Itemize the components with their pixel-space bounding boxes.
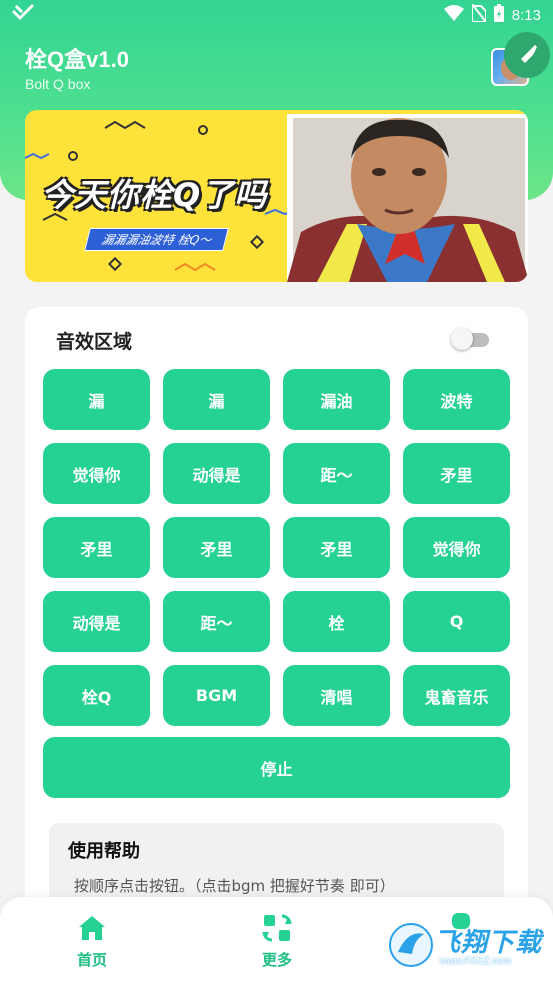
sound-button[interactable]: 鬼畜音乐 <box>403 665 510 726</box>
promo-banner[interactable]: 今天你栓Q了吗 漏漏漏油波特 栓Q～ <box>25 110 528 282</box>
sound-button[interactable]: 矛里 <box>283 517 390 578</box>
help-title: 使用帮助 <box>68 841 140 862</box>
sound-button[interactable]: 漏油 <box>283 369 390 430</box>
wifi-icon <box>443 5 464 25</box>
sound-button-bgm[interactable]: BGM <box>163 665 270 726</box>
sound-button[interactable]: 漏 <box>43 369 150 430</box>
sound-button[interactable]: 觉得你 <box>403 517 510 578</box>
sound-button[interactable]: 觉得你 <box>43 443 150 504</box>
banner-slogan: 今天你栓Q了吗 <box>41 176 268 214</box>
nav-item-more[interactable]: 更多 <box>237 897 317 983</box>
sound-effects-card: 音效区域 漏 漏 漏油 波特 觉得你 动得是 距～ 矛里 矛里 矛里 矛里 觉得… <box>25 307 528 947</box>
no-sim-icon <box>470 3 487 26</box>
sound-button[interactable]: 矛里 <box>403 443 510 504</box>
sound-button[interactable]: 漏 <box>163 369 270 430</box>
sound-button[interactable]: 栓Q <box>43 665 150 726</box>
app-title: 栓Q盒v1.0 <box>25 47 129 72</box>
watermark: 飞翔下载 www.FXXZ.com <box>388 918 546 974</box>
sound-button[interactable]: 距～ <box>163 591 270 652</box>
stop-button[interactable]: 停止 <box>43 737 510 798</box>
watermark-url: www.FXXZ.com <box>440 956 512 967</box>
banner-tag: 漏漏漏油波特 栓Q～ <box>84 228 230 251</box>
apps-icon <box>262 914 292 942</box>
nav-label-more: 更多 <box>261 951 292 969</box>
app-subtitle: Bolt Q box <box>25 76 91 92</box>
brush-icon <box>515 41 539 69</box>
sound-button[interactable]: 动得是 <box>163 443 270 504</box>
sound-area-title: 音效区域 <box>56 331 133 353</box>
sound-button[interactable]: 矛里 <box>163 517 270 578</box>
sound-button[interactable]: 矛里 <box>43 517 150 578</box>
debug-badge[interactable] <box>504 32 550 78</box>
notification-icon <box>12 4 34 26</box>
sound-button-grid: 漏 漏 漏油 波特 觉得你 动得是 距～ 矛里 矛里 矛里 矛里 觉得你 动得是… <box>43 369 510 726</box>
clock-time: 8:13 <box>511 6 541 24</box>
sound-button[interactable]: 距～ <box>283 443 390 504</box>
battery-icon <box>493 4 504 26</box>
sound-area-toggle[interactable] <box>451 327 491 350</box>
status-bar: 8:13 <box>0 0 553 30</box>
sound-button[interactable]: 波特 <box>403 369 510 430</box>
help-text: 按顺序点击按钮。（点击bgm 把握好节奏 即可） <box>74 877 395 895</box>
watermark-text: 飞翔下载 <box>434 928 543 958</box>
sound-button[interactable]: 栓 <box>283 591 390 652</box>
nav-item-home[interactable]: 首页 <box>52 897 132 983</box>
banner-person-image <box>287 114 528 282</box>
watermark-logo-icon <box>389 923 433 967</box>
sound-button[interactable]: 清唱 <box>283 665 390 726</box>
sound-button[interactable]: Q <box>403 591 510 652</box>
nav-label-home: 首页 <box>76 951 107 969</box>
sound-button[interactable]: 动得是 <box>43 591 150 652</box>
home-icon <box>79 916 105 940</box>
